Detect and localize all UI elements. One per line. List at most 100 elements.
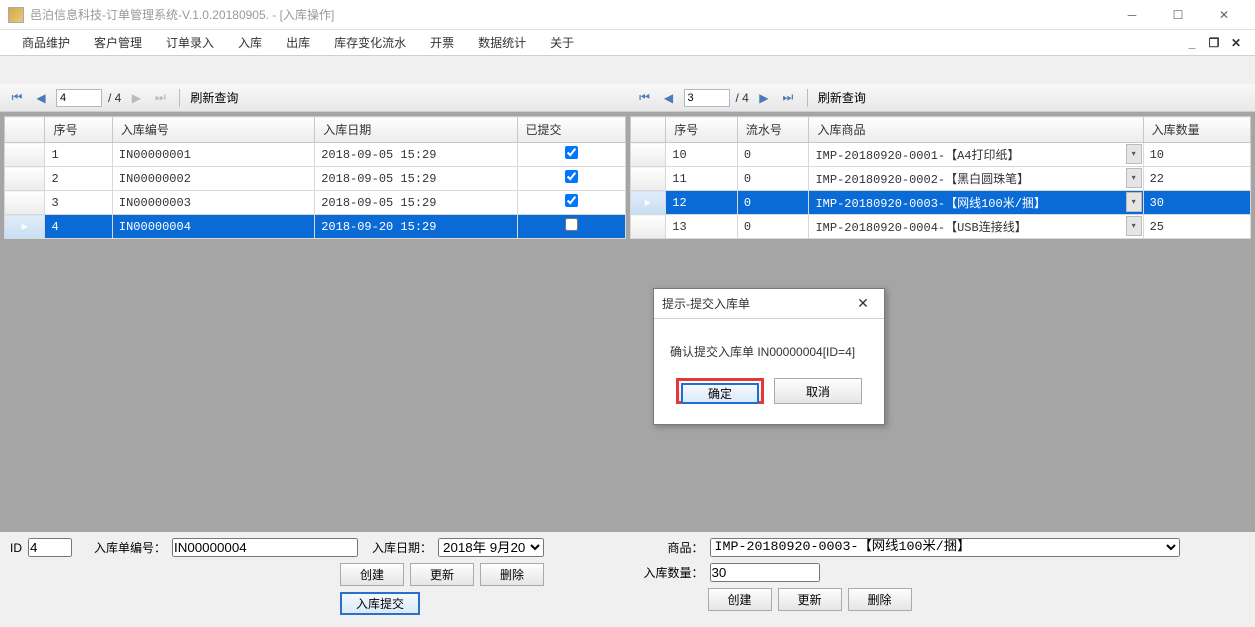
menu-customer[interactable]: 客户管理 [82,30,154,55]
nav-refresh-button[interactable]: 刷新查询 [818,89,866,106]
menu-stockflow[interactable]: 库存变化流水 [322,30,418,55]
create-button[interactable]: 创建 [340,563,404,586]
mdi-minimize-icon[interactable]: _ [1183,35,1201,51]
chevron-down-icon[interactable]: ▾ [1126,216,1142,236]
cell-date[interactable]: 2018-09-20 15:29 [315,215,517,239]
product-select[interactable]: IMP-20180920-0003-【网线100米/捆】 [710,538,1180,557]
menu-invoice[interactable]: 开票 [418,30,466,55]
nav-pos-input[interactable] [56,89,102,107]
table-row[interactable]: 10 0 IMP-20180920-0001-【A4打印纸】▾ 10 [630,143,1251,167]
nav-prev-icon[interactable]: ◀ [660,89,678,107]
nav-prev-icon[interactable]: ◀ [32,89,50,107]
mdi-restore-icon[interactable]: ❐ [1205,35,1223,51]
cell-submitted[interactable] [517,191,625,215]
cell-code[interactable]: IN00000002 [112,167,314,191]
create-button[interactable]: 创建 [708,588,772,611]
cell-seq[interactable]: 4 [45,215,112,239]
stockin-grid[interactable]: 序号 入库编号 入库日期 已提交 1 IN00000001 2018-09-05… [4,116,626,239]
table-row[interactable]: ▸ 12 0 IMP-20180920-0003-【网线100米/捆】▾ 30 [630,191,1251,215]
update-button[interactable]: 更新 [410,563,474,586]
close-button[interactable]: ✕ [1201,0,1247,30]
dialog-ok-button[interactable]: 确定 [681,383,759,404]
mdi-close-icon[interactable]: ✕ [1227,35,1245,51]
cell-code[interactable]: IN00000001 [112,143,314,167]
dialog-close-icon[interactable]: ✕ [850,291,876,317]
submitted-checkbox[interactable] [565,170,578,183]
cell-qty[interactable]: 30 [1143,191,1250,215]
menu-stats[interactable]: 数据统计 [466,30,538,55]
table-row[interactable]: ▸ 4 IN00000004 2018-09-20 15:29 [5,215,626,239]
code-input[interactable] [172,538,358,557]
nav-first-icon[interactable]: ⏮ [8,89,26,107]
nav-pos-input[interactable] [684,89,730,107]
cell-submitted[interactable] [517,143,625,167]
cell-qty[interactable]: 22 [1143,167,1250,191]
submitted-checkbox[interactable] [565,194,578,207]
cell-submitted[interactable] [517,167,625,191]
table-row[interactable]: 1 IN00000001 2018-09-05 15:29 [5,143,626,167]
qty-input[interactable] [710,563,820,582]
col-product[interactable]: 入库商品 [809,117,1143,143]
delete-button[interactable]: 删除 [480,563,544,586]
cell-date[interactable]: 2018-09-05 15:29 [315,191,517,215]
cell-seq[interactable]: 2 [45,167,112,191]
nav-last-icon[interactable]: ⏭ [151,89,169,107]
nav-refresh-button[interactable]: 刷新查询 [190,89,238,106]
update-button[interactable]: 更新 [778,588,842,611]
table-row[interactable]: 2 IN00000002 2018-09-05 15:29 [5,167,626,191]
cell-code[interactable]: IN00000003 [112,191,314,215]
id-input[interactable] [28,538,72,557]
cell-product[interactable]: IMP-20180920-0001-【A4打印纸】▾ [809,143,1143,167]
cell-seq[interactable]: 1 [45,143,112,167]
menu-order[interactable]: 订单录入 [154,30,226,55]
cell-flow[interactable]: 0 [737,215,809,239]
cell-submitted[interactable] [517,215,625,239]
cell-flow[interactable]: 0 [737,191,809,215]
nav-next-icon[interactable]: ▶ [127,89,145,107]
cell-flow[interactable]: 0 [737,143,809,167]
cell-qty[interactable]: 25 [1143,215,1250,239]
col-flow[interactable]: 流水号 [737,117,809,143]
chevron-down-icon[interactable]: ▾ [1126,144,1142,164]
cell-date[interactable]: 2018-09-05 15:29 [315,167,517,191]
dialog-cancel-button[interactable]: 取消 [774,378,862,404]
col-code[interactable]: 入库编号 [112,117,314,143]
cell-flow[interactable]: 0 [737,167,809,191]
cell-qty[interactable]: 10 [1143,143,1250,167]
cell-seq[interactable]: 11 [666,167,738,191]
cell-product[interactable]: IMP-20180920-0004-【USB连接线】▾ [809,215,1143,239]
nav-first-icon[interactable]: ⏮ [636,89,654,107]
menu-about[interactable]: 关于 [538,30,586,55]
cell-product[interactable]: IMP-20180920-0003-【网线100米/捆】▾ [809,191,1143,215]
submit-button[interactable]: 入库提交 [340,592,420,615]
nav-next-icon[interactable]: ▶ [755,89,773,107]
date-picker[interactable]: 2018年 9月20日 [438,538,544,557]
table-row[interactable]: 11 0 IMP-20180920-0002-【黑白圆珠笔】▾ 22 [630,167,1251,191]
col-seq[interactable]: 序号 [45,117,112,143]
detail-grid[interactable]: 序号 流水号 入库商品 入库数量 10 0 IMP-20180920-0001-… [630,116,1252,239]
table-row[interactable]: 3 IN00000003 2018-09-05 15:29 [5,191,626,215]
col-qty[interactable]: 入库数量 [1143,117,1250,143]
cell-seq[interactable]: 12 [666,191,738,215]
menu-stockin[interactable]: 入库 [226,30,274,55]
cell-seq[interactable]: 13 [666,215,738,239]
menu-stockout[interactable]: 出库 [274,30,322,55]
minimize-button[interactable]: ─ [1109,0,1155,30]
col-seq[interactable]: 序号 [666,117,738,143]
cell-code[interactable]: IN00000004 [112,215,314,239]
nav-last-icon[interactable]: ⏭ [779,89,797,107]
cell-product[interactable]: IMP-20180920-0002-【黑白圆珠笔】▾ [809,167,1143,191]
submitted-checkbox[interactable] [565,146,578,159]
menu-product[interactable]: 商品维护 [10,30,82,55]
chevron-down-icon[interactable]: ▾ [1126,192,1142,212]
submitted-checkbox[interactable] [565,218,578,231]
delete-button[interactable]: 删除 [848,588,912,611]
col-submitted[interactable]: 已提交 [517,117,625,143]
maximize-button[interactable]: ☐ [1155,0,1201,30]
cell-seq[interactable]: 10 [666,143,738,167]
col-date[interactable]: 入库日期 [315,117,517,143]
chevron-down-icon[interactable]: ▾ [1126,168,1142,188]
cell-date[interactable]: 2018-09-05 15:29 [315,143,517,167]
cell-seq[interactable]: 3 [45,191,112,215]
table-row[interactable]: 13 0 IMP-20180920-0004-【USB连接线】▾ 25 [630,215,1251,239]
